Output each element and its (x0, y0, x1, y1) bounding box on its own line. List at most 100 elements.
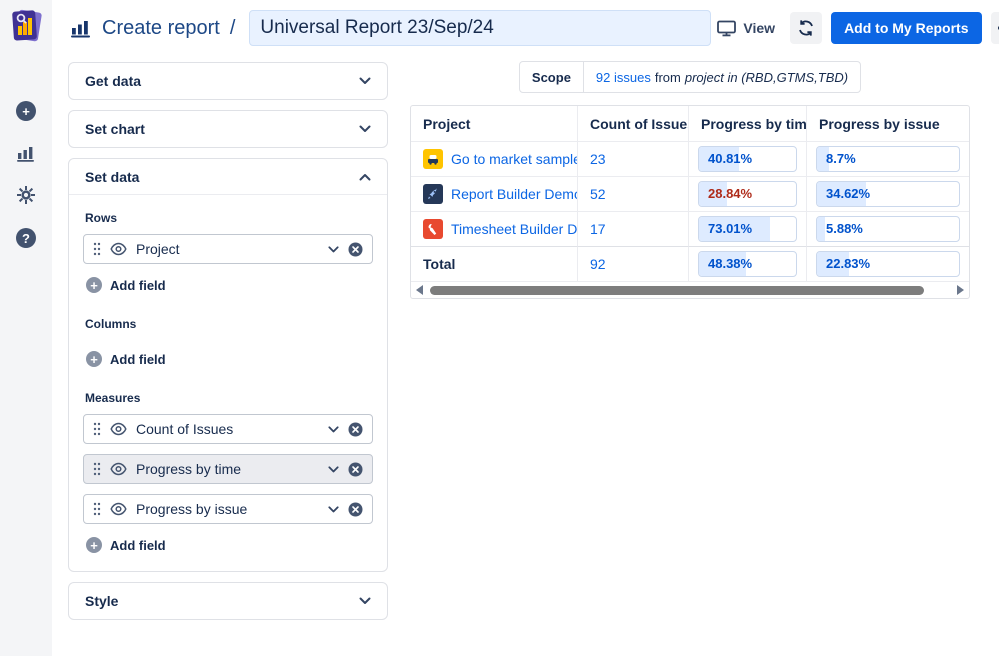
scope-filter-text: project in (RBD,GTMS,TBD) (684, 69, 849, 85)
progress-value: 28.84% (708, 186, 753, 201)
scroll-left-arrow[interactable] (416, 285, 423, 295)
refresh-button[interactable] (790, 12, 823, 44)
chevron-down-icon[interactable] (328, 245, 339, 253)
column-header-project[interactable]: Project (411, 106, 577, 141)
eye-icon[interactable] (110, 422, 127, 436)
field-progress-by-issue[interactable]: Progress by issue (83, 494, 373, 524)
rows-group: Rows Project + Add field (83, 211, 373, 293)
progress-cell: 28.84% (688, 176, 806, 211)
remove-icon[interactable] (348, 462, 363, 477)
chevron-down-icon[interactable] (328, 465, 339, 473)
page-title: Create report (102, 16, 220, 39)
remove-icon[interactable] (348, 422, 363, 437)
add-to-my-reports-button[interactable]: Add to My Reports (831, 12, 982, 44)
chevron-down-icon[interactable] (328, 425, 339, 433)
table-row: Go to market sample (411, 141, 577, 176)
scrollbar-track[interactable] (427, 285, 953, 295)
drag-handle-icon[interactable] (93, 422, 101, 436)
set-data-body: Rows Project + Add field Columns + Add f… (69, 195, 387, 571)
column-header-progress-by-issue[interactable]: Progress by issue (806, 106, 969, 141)
plus-icon: + (86, 351, 102, 367)
project-link[interactable]: Go to market sample (451, 151, 577, 167)
go-to-market-avatar (423, 149, 443, 169)
columns-label: Columns (85, 317, 137, 331)
accordion-set-chart-header[interactable]: Set chart (69, 111, 387, 147)
accordion-set-data-header[interactable]: Set data (69, 159, 387, 195)
project-link[interactable]: Report Builder Demo (451, 186, 577, 202)
progress-value: 8.7% (826, 151, 856, 166)
accordion-style: Style (68, 582, 388, 620)
count-value[interactable]: 23 (590, 151, 606, 167)
add-field-measures-button[interactable]: + Add field (86, 537, 373, 553)
accordion-set-chart: Set chart (68, 110, 388, 148)
accordion-label: Style (85, 593, 119, 609)
report-builder-logo[interactable] (7, 7, 45, 45)
column-header-count-of-issues[interactable]: Count of Issues (577, 106, 688, 141)
progress-by-time-bar: 28.84% (698, 181, 797, 207)
total-label: Total (423, 256, 456, 272)
content: Get data Set chart Set data Rows Project… (52, 56, 999, 620)
more-actions-button[interactable] (990, 12, 999, 44)
view-button[interactable]: View (711, 16, 781, 41)
progress-by-time-bar: 40.81% (698, 146, 797, 172)
scroll-right-arrow[interactable] (957, 285, 964, 295)
plus-icon[interactable]: + (16, 101, 36, 121)
progress-value: 5.88% (826, 221, 863, 236)
scope-label: Scope (531, 69, 571, 85)
header-actions: View Add to My Reports (711, 12, 999, 44)
field-project[interactable]: Project (83, 234, 373, 264)
scope-from-text: from (654, 69, 681, 85)
count-value[interactable]: 17 (590, 221, 606, 237)
add-field-label: Add field (110, 537, 166, 553)
chevron-down-icon[interactable] (328, 505, 339, 513)
progress-cell: 40.81% (688, 141, 806, 176)
progress-value: 40.81% (708, 151, 753, 166)
report-table: Project Count of Issues Progress by time… (410, 105, 970, 299)
horizontal-scrollbar (411, 281, 969, 298)
monitor-icon (717, 20, 737, 36)
scrollbar-thumb[interactable] (429, 285, 925, 295)
main-area: Create report / View A (52, 0, 999, 656)
field-progress-by-time[interactable]: Progress by time (83, 454, 373, 484)
add-field-columns-button[interactable]: + Add field (86, 351, 373, 367)
progress-cell: 73.01% (688, 211, 806, 246)
project-link[interactable]: Timesheet Builder Demo (451, 221, 577, 237)
field-label: Progress by time (136, 461, 242, 477)
progress-value: 73.01% (708, 221, 753, 236)
view-label: View (743, 20, 776, 36)
accordion-style-header[interactable]: Style (69, 583, 387, 619)
rail-nav: + ? (16, 101, 36, 248)
accordion-get-data-header[interactable]: Get data (69, 63, 387, 99)
progress-fill (817, 217, 826, 241)
count-value[interactable]: 52 (590, 186, 606, 202)
drag-handle-icon[interactable] (93, 502, 101, 516)
wrench-avatar (423, 219, 443, 239)
eye-icon[interactable] (110, 462, 127, 476)
scope-bar: Scope 92 issues from project in (RBD,GTM… (518, 61, 862, 93)
gear-icon[interactable] (16, 185, 36, 205)
drag-handle-icon[interactable] (93, 462, 101, 476)
column-header-progress-by-time[interactable]: Progress by time (688, 106, 806, 141)
field-count-of-issues[interactable]: Count of Issues (83, 414, 373, 444)
accordion-label: Set chart (85, 121, 145, 137)
page-header: Create report / View A (52, 0, 999, 56)
remove-icon[interactable] (348, 502, 363, 517)
eye-icon[interactable] (110, 242, 127, 256)
chevron-down-icon (359, 597, 371, 604)
progress-cell: 34.62% (806, 176, 969, 211)
help-icon[interactable]: ? (16, 228, 36, 248)
chevron-down-icon (359, 77, 371, 84)
report-icon (71, 21, 90, 38)
add-field-label: Add field (110, 277, 166, 293)
field-label: Progress by issue (136, 501, 248, 517)
remove-icon[interactable] (348, 242, 363, 257)
chevron-up-icon (359, 173, 371, 180)
report-name-input[interactable] (249, 10, 712, 46)
total-progress-by-time-bar: 48.38% (698, 251, 797, 277)
bar-chart-icon[interactable] (16, 144, 36, 162)
drag-handle-icon[interactable] (93, 242, 101, 256)
eye-icon[interactable] (110, 502, 127, 516)
add-field-rows-button[interactable]: + Add field (86, 277, 373, 293)
scope-issues-link[interactable]: 92 issues (596, 70, 651, 85)
table-row: Report Builder Demo (411, 176, 577, 211)
